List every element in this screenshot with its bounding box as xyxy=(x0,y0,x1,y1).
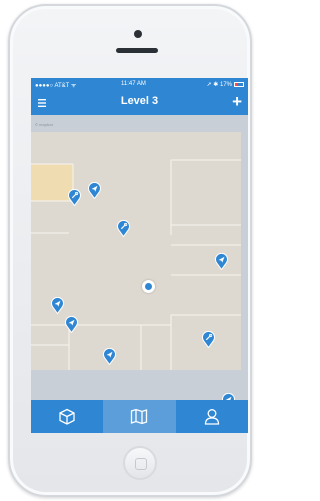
app-screen: ●●●●○ AT&T ᯤ 11:47 AM ➚ ✱ 17% Level 3 + … xyxy=(31,78,248,433)
wrench-pin-marker[interactable] xyxy=(117,220,130,237)
arrow-pin-marker[interactable] xyxy=(88,182,101,199)
box-icon xyxy=(59,408,75,425)
indoor-map[interactable]: © mapbox xyxy=(31,115,248,410)
add-button[interactable]: + xyxy=(232,92,242,112)
battery-label: ➚ ✱ 17% xyxy=(206,82,232,88)
wrench-pin-marker[interactable] xyxy=(202,331,215,348)
wrench-icon xyxy=(117,220,130,237)
arrow-pin-marker[interactable] xyxy=(103,348,116,365)
arrow-icon xyxy=(215,253,228,270)
arrow-icon xyxy=(88,182,101,199)
wrench-icon xyxy=(68,189,81,206)
map-icon xyxy=(130,408,148,425)
arrow-pin-marker[interactable] xyxy=(51,297,64,314)
clock-label: 11:47 AM xyxy=(121,81,146,87)
arrow-icon xyxy=(51,297,64,314)
arrow-pin-marker[interactable] xyxy=(65,316,78,333)
status-bar: ●●●●○ AT&T ᯤ 11:47 AM ➚ ✱ 17% xyxy=(31,78,248,90)
person-icon xyxy=(204,409,220,425)
navigation-bar: Level 3 + xyxy=(31,90,248,115)
battery-status: ➚ ✱ 17% xyxy=(207,81,244,88)
tab-map[interactable] xyxy=(103,400,176,433)
arrow-icon xyxy=(103,348,116,365)
user-location-dot xyxy=(142,280,155,293)
battery-icon xyxy=(234,81,244,87)
carrier-label: ●●●●○ AT&T ᯤ xyxy=(35,83,77,89)
tab-profile[interactable] xyxy=(176,400,248,433)
earpiece-speaker xyxy=(116,48,158,53)
tab-bar xyxy=(31,400,248,433)
front-camera xyxy=(134,30,142,38)
wrench-icon xyxy=(202,331,215,348)
wrench-pin-marker[interactable] xyxy=(68,189,81,206)
page-title: Level 3 xyxy=(120,95,159,107)
arrow-pin-marker[interactable] xyxy=(215,253,228,270)
tab-inventory[interactable] xyxy=(31,400,103,433)
arrow-icon xyxy=(65,316,78,333)
home-button[interactable] xyxy=(123,446,157,480)
